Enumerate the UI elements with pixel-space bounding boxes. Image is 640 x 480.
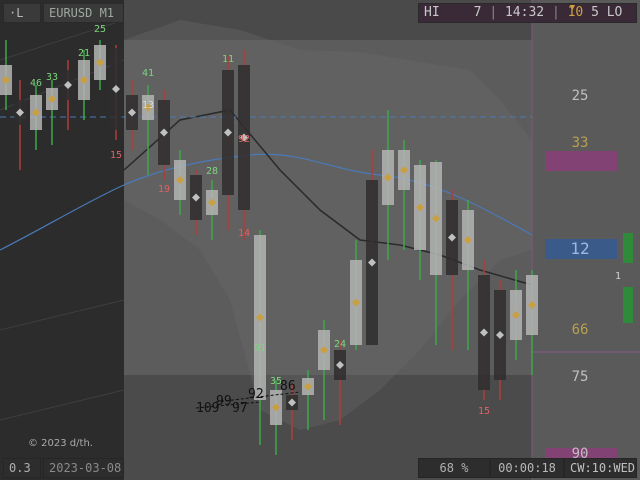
overlay-number: 92 bbox=[248, 387, 264, 402]
calendar-week-box: CW:10:WED bbox=[564, 458, 637, 478]
elapsed-label: 00:00:18 bbox=[498, 461, 556, 475]
zoom-box[interactable]: 68 % bbox=[418, 458, 490, 478]
left-value: 0.3 bbox=[9, 461, 31, 475]
overlay-number: 109 bbox=[196, 401, 219, 416]
hi-value: 7 bbox=[473, 5, 482, 20]
volume-label: 41 bbox=[142, 68, 154, 79]
symbol-selector[interactable]: EURUSD M1 bbox=[43, 3, 124, 23]
volume-label: 15 bbox=[110, 150, 122, 161]
mode-label: ·L bbox=[9, 6, 24, 20]
left-value-box: 0.3 bbox=[3, 458, 41, 478]
volume-label: 25 bbox=[94, 24, 106, 35]
hi-lo-status-bar: HI 7 | 14:32 | ▼ 10 5 LO bbox=[418, 3, 637, 23]
mode-toggle[interactable]: ·L bbox=[3, 3, 41, 23]
side-volume-bar-bottom bbox=[623, 287, 633, 323]
side-marker-label: 1 bbox=[614, 271, 622, 282]
volume-label: 21 bbox=[78, 48, 90, 59]
marker-arrow-icon: ▼ bbox=[569, 3, 576, 13]
volume-label: 92 bbox=[238, 134, 250, 145]
volume-label: 33 bbox=[46, 72, 58, 83]
volume-label: 15 bbox=[478, 406, 490, 417]
scale-label: 33 bbox=[571, 135, 589, 151]
watermark-text: © 2023 d/th. bbox=[28, 438, 93, 449]
volume-label: 91 bbox=[254, 343, 266, 354]
volume-label: 46 bbox=[30, 78, 42, 89]
volume-label: 19 bbox=[158, 184, 170, 195]
lo-value: 5 bbox=[591, 5, 599, 20]
volume-label: 28 bbox=[206, 166, 218, 177]
volume-label: 13 bbox=[142, 100, 154, 111]
level-box-33 bbox=[545, 151, 617, 171]
clock-time: 14:32 bbox=[504, 5, 545, 20]
zoom-label: 68 % bbox=[439, 461, 469, 475]
chart-canvas[interactable]: 25214633 411315192811921491 243515 86 92 9… bbox=[0, 0, 640, 480]
calendar-week-label: CW:10:WED bbox=[570, 461, 636, 475]
volume-label: 24 bbox=[334, 339, 346, 350]
date-label: 2023-03-08 bbox=[49, 461, 122, 475]
elapsed-box: 00:00:18 bbox=[490, 458, 564, 478]
symbol-timeframe-label: EURUSD M1 bbox=[49, 6, 115, 20]
overlay-number: 97 bbox=[232, 401, 248, 416]
side-volume-bar-top bbox=[623, 233, 633, 263]
overlay-number: 86 bbox=[280, 379, 296, 394]
current-level-label: 12 bbox=[570, 239, 590, 258]
volume-label: 11 bbox=[222, 54, 234, 65]
hi-label: HI bbox=[424, 5, 440, 20]
scale-label: 66 bbox=[571, 322, 589, 338]
scale-label: 25 bbox=[571, 88, 589, 104]
lo-label: LO bbox=[606, 5, 623, 20]
scale-label: 75 bbox=[571, 369, 589, 385]
date-box: 2023-03-08 bbox=[43, 458, 124, 478]
volume-label: 14 bbox=[238, 228, 250, 239]
